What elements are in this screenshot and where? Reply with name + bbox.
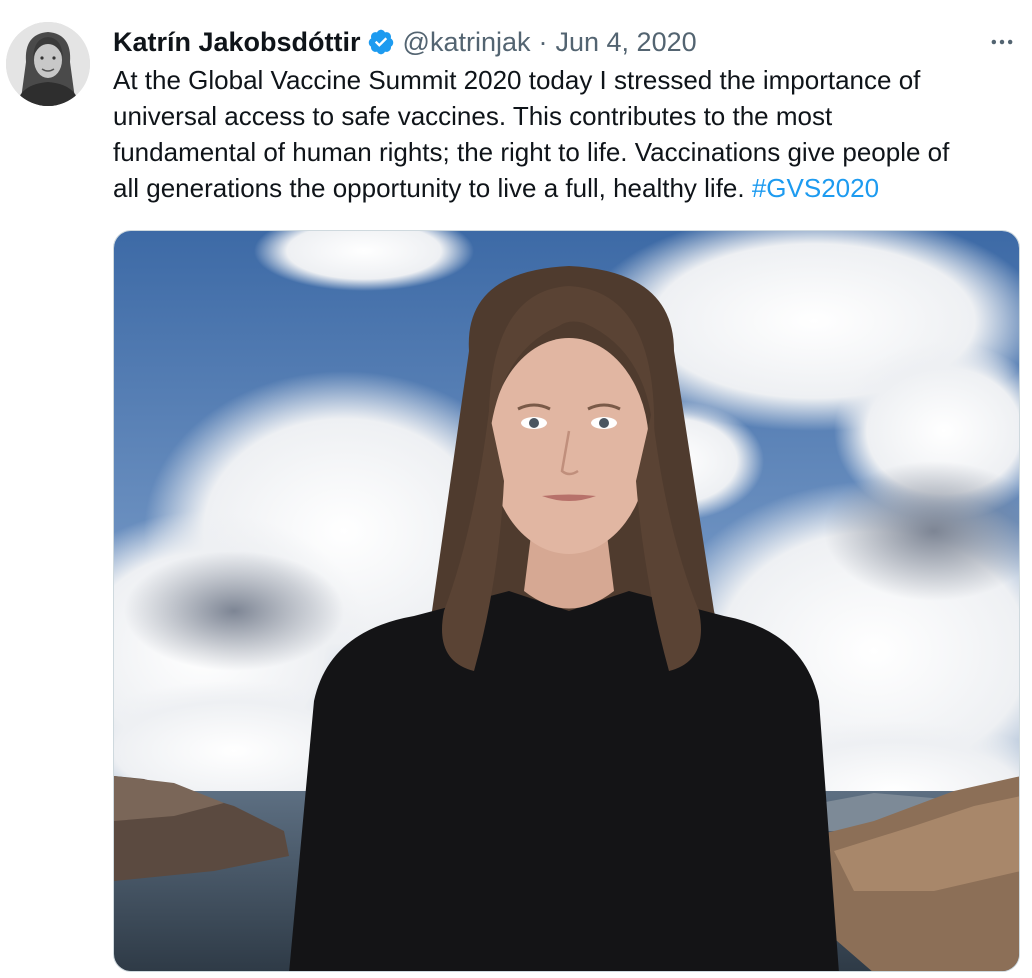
more-options-icon[interactable] (986, 26, 1018, 58)
hashtag-link[interactable]: #GVS2020 (752, 173, 879, 203)
tweet-text-line: fundamental of human rights; the right t… (113, 137, 950, 167)
tweet-date[interactable]: Jun 4, 2020 (556, 27, 697, 58)
tweet-text-line: At the Global Vaccine Summit 2020 today … (113, 65, 921, 95)
avatar-photo (6, 22, 90, 106)
tweet-header: Katrín Jakobsdóttir @katrinjak · Jun 4, … (113, 22, 697, 62)
author-name[interactable]: Katrín Jakobsdóttir (113, 27, 361, 58)
tweet-text-line: universal access to safe vaccines. This … (113, 101, 833, 131)
tweet-text-segment: all generations the opportunity to live … (113, 173, 752, 203)
verified-badge-icon (367, 28, 395, 56)
tweet-text-line: all generations the opportunity to live … (113, 170, 1013, 206)
video-frame-image (114, 231, 1019, 971)
separator-dot: · (538, 26, 548, 57)
tweet-media-video[interactable] (113, 230, 1020, 972)
avatar[interactable] (6, 22, 90, 106)
author-handle[interactable]: @katrinjak (403, 27, 531, 58)
tweet-text: At the Global Vaccine Summit 2020 today … (113, 62, 1013, 206)
tweet-card[interactable]: Katrín Jakobsdóttir @katrinjak · Jun 4, … (0, 0, 1032, 978)
